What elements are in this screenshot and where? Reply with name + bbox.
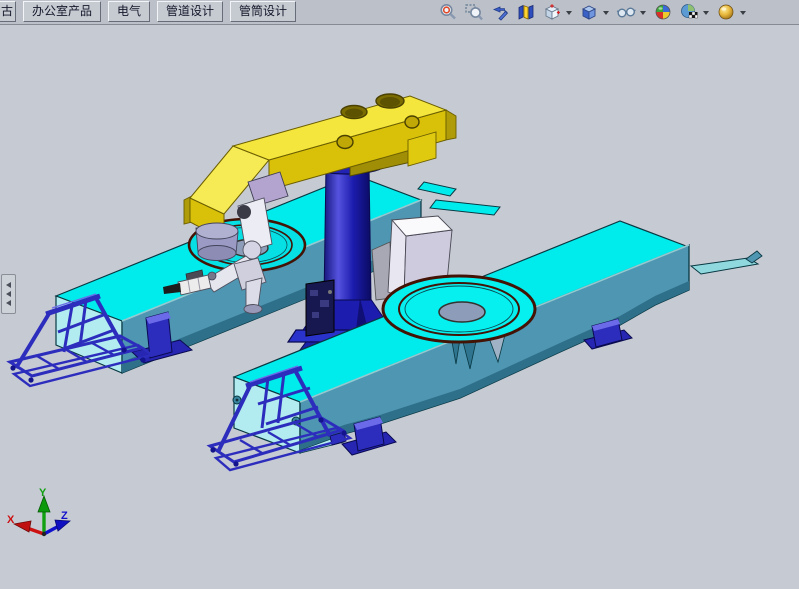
viewport-3d[interactable]: Y X Z [0, 25, 799, 589]
command-manager-toolbar: 古 办公室产品 电气 管道设计 管筒设计 [0, 0, 799, 25]
view-settings-dropdown-icon[interactable] [739, 1, 749, 23]
previous-view-icon[interactable] [489, 1, 513, 23]
hide-show-items-dropdown-icon[interactable] [639, 1, 649, 23]
display-style-icon[interactable] [578, 1, 602, 23]
display-style-dropdown-icon[interactable] [602, 1, 612, 23]
control-box [306, 280, 334, 336]
front-beam-turntable-ring [383, 276, 535, 342]
orientation-triad: Y X Z [7, 487, 70, 536]
apply-scene-dropdown-icon[interactable] [702, 1, 712, 23]
collapse-arrow-icon [6, 291, 11, 297]
application-window: 古 办公室产品 电气 管道设计 管筒设计 [0, 0, 799, 589]
tab-electrical[interactable]: 电气 [108, 1, 150, 22]
tab-piping-design[interactable]: 管道设计 [157, 1, 223, 22]
collapse-arrow-icon [6, 282, 11, 288]
panel-splitter-button[interactable] [1, 274, 16, 314]
triad-y-label: Y [39, 487, 47, 499]
zoom-to-fit-icon[interactable] [437, 1, 461, 23]
view-orientation-dropdown-icon[interactable] [565, 1, 575, 23]
tab-office-products[interactable]: 办公室产品 [23, 1, 101, 22]
hide-show-items-icon[interactable] [615, 1, 639, 23]
triad-x-label: X [7, 514, 15, 526]
edit-appearance-icon[interactable] [652, 1, 676, 23]
heads-up-view-toolbar [436, 1, 751, 23]
collapse-arrow-icon [6, 300, 11, 306]
view-settings-icon[interactable] [715, 1, 739, 23]
apply-scene-icon[interactable] [678, 1, 702, 23]
section-view-icon[interactable] [515, 1, 539, 23]
command-tabs: 古 办公室产品 电气 管道设计 管筒设计 [0, 1, 296, 22]
view-orientation-icon[interactable] [541, 1, 565, 23]
tab-partial[interactable]: 古 [0, 1, 16, 22]
zoom-to-area-icon[interactable] [463, 1, 487, 23]
triad-z-label: Z [61, 510, 68, 522]
tab-tubing-design[interactable]: 管筒设计 [230, 1, 296, 22]
